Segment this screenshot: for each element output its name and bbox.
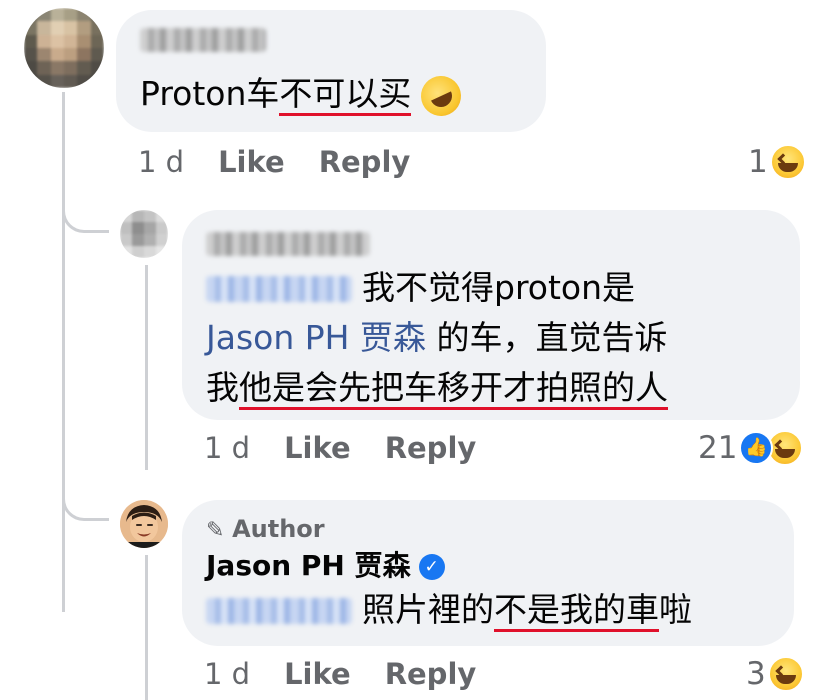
avatar[interactable] [120,210,168,258]
reaction-count: 3 [746,656,766,692]
comment-bubble: 我不觉得proton是 Jason PH 贾森 的车，直觉告诉 我他是会先把车移… [182,210,800,420]
underlined-text: 他是会先把车移开才拍照的人 [239,364,668,412]
blurred-avatar-image [120,210,168,258]
blurred-author-name[interactable] [206,232,370,256]
comment-text-line: Jason PH 贾森 的车，直觉告诉 [206,314,667,362]
reply-button[interactable]: Reply [319,145,411,179]
verified-badge-icon: ✓ [418,554,445,580]
reaction-count: 21 [698,430,738,466]
blurred-mention[interactable] [206,598,352,624]
reply-button[interactable]: Reply [385,657,477,691]
rolling-on-floor-laughing-emoji [414,68,468,123]
author-name[interactable]: Jason PH 贾森 [206,549,411,582]
comment-time[interactable]: 1 d [204,431,250,465]
blurred-avatar-image [24,8,104,88]
comment-text-part: 照片裡的 [362,590,494,629]
haha-reaction-icon [769,144,806,180]
author-avatar-image [120,500,168,548]
author-name-row: Jason PH 贾森 ✓ [206,546,445,586]
like-button[interactable]: Like [284,657,351,691]
comment-actions: 1 d Like Reply [204,430,476,466]
reaction-summary[interactable]: 3 [746,656,804,692]
comment-time[interactable]: 1 d [204,657,250,691]
comment-text-line: 我他是会先把车移开才拍照的人 [206,364,668,412]
underlined-text: 不是我的車 [494,586,659,634]
thumbs-up-icon: 👍 [739,431,774,465]
mention-link[interactable]: Jason PH 贾森 [206,318,426,357]
thread-line-sub [145,265,148,470]
thread-connector-2 [62,470,109,521]
author-badge-label: Author [232,515,325,543]
reaction-count: 1 [748,144,768,180]
thread-line-sub-2 [145,555,148,700]
comment-text-line: 照片裡的不是我的車啦 [362,586,692,634]
underlined-text: 不可以买 [279,70,412,118]
reaction-summary[interactable]: 1 [748,144,806,180]
comment-text-line: 我不觉得proton是 [362,268,636,307]
avatar[interactable] [24,8,104,88]
comment-text-part: Proton车 [140,74,280,113]
like-button[interactable]: Like [284,431,351,465]
comment-actions: 1 d Like Reply [204,656,476,692]
thread-line-main [62,92,65,612]
author-badge: ✎ Author [206,514,325,546]
reaction-summary[interactable]: 21 👍 [698,430,804,466]
comment-text-part: 我 [206,368,239,407]
pencil-icon: ✎ [206,518,225,543]
avatar[interactable] [120,500,168,548]
comment-time[interactable]: 1 d [138,145,184,179]
blurred-mention[interactable] [206,276,352,302]
like-button[interactable]: Like [218,145,285,179]
blurred-author-name[interactable] [140,28,266,52]
comment-bubble: ✎ Author Jason PH 贾森 ✓ 照片裡的不是我的車啦 [182,500,794,646]
thread-connector-1 [62,190,109,233]
reply-button[interactable]: Reply [385,431,477,465]
comment-bubble: Proton车不可以买 [116,10,546,132]
comment-text: Proton车不可以买 [140,68,468,123]
haha-reaction-icon [767,656,804,692]
comment-actions: 1 d Like Reply [138,144,410,180]
comment-text-part: 啦 [659,590,692,629]
comment-text-part: 的车，直觉告诉 [425,318,668,357]
